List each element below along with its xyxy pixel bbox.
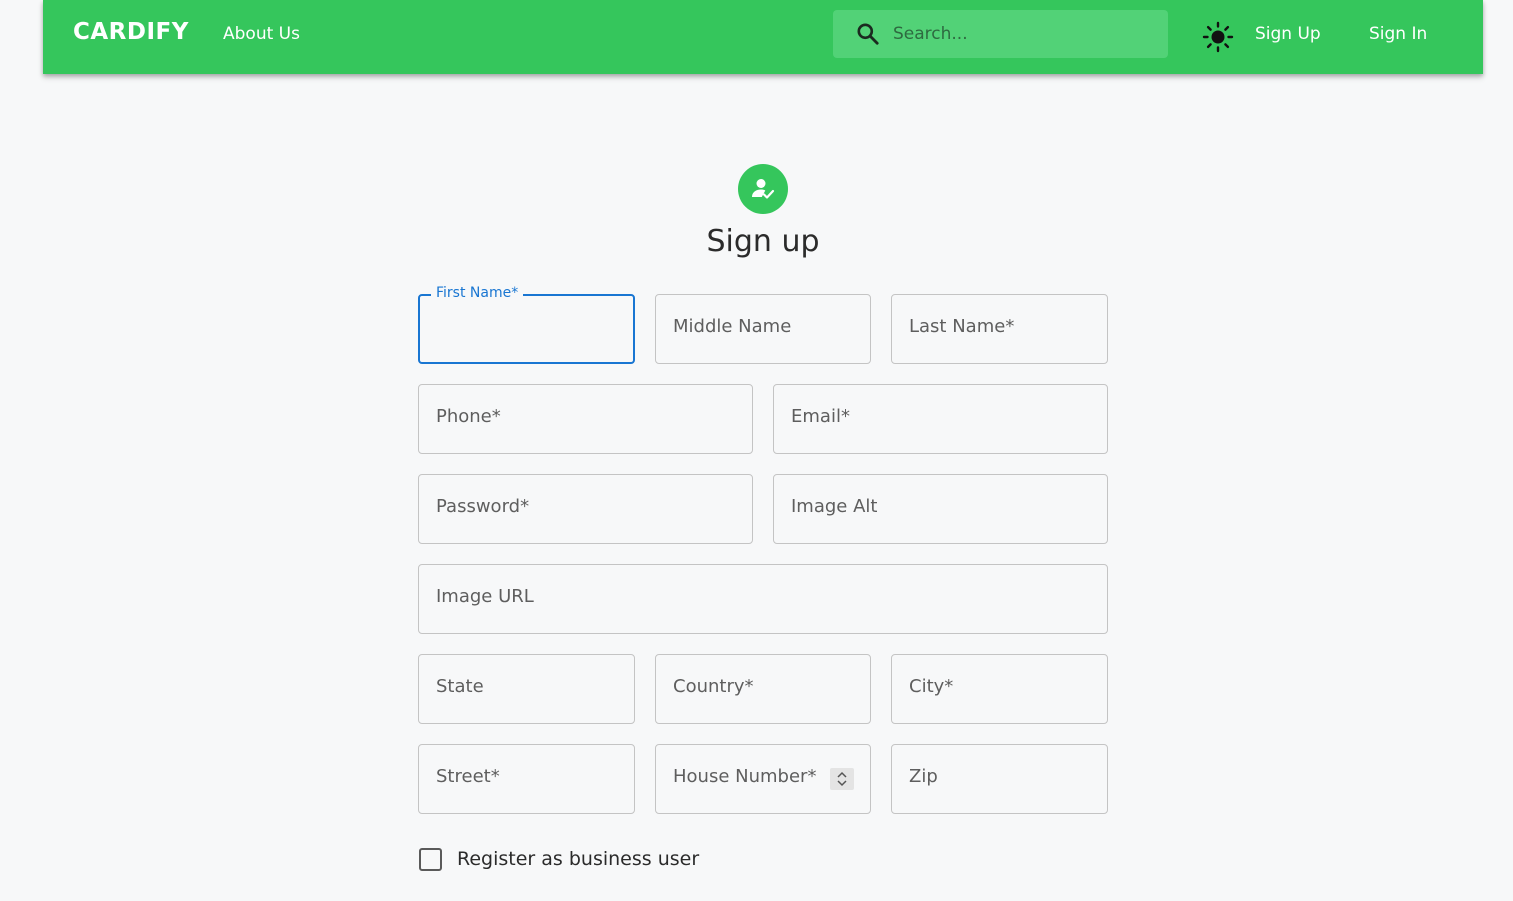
state-field[interactable]: State <box>418 654 635 724</box>
image-url-label: Image URL <box>436 586 534 607</box>
state-label: State <box>436 676 484 697</box>
phone-label: Phone* <box>436 406 501 427</box>
password-field[interactable]: Password* <box>418 474 753 544</box>
sign-up-link[interactable]: Sign Up <box>1255 24 1321 44</box>
email-label: Email* <box>791 406 850 427</box>
last-name-label: Last Name* <box>909 316 1015 337</box>
search-icon <box>857 23 879 45</box>
stepper-arrows-icon <box>837 771 847 787</box>
about-us-link[interactable]: About Us <box>223 24 300 44</box>
zip-label: Zip <box>909 766 938 787</box>
country-label: Country* <box>673 676 754 697</box>
street-label: Street* <box>436 766 500 787</box>
sun-icon[interactable] <box>1201 20 1235 54</box>
city-field[interactable]: City* <box>891 654 1108 724</box>
city-label: City* <box>909 676 954 697</box>
person-check-icon <box>752 179 775 199</box>
middle-name-field[interactable]: Middle Name <box>655 294 871 364</box>
sign-in-link[interactable]: Sign In <box>1369 24 1427 44</box>
house-number-label: House Number* <box>673 766 817 787</box>
email-field[interactable]: Email* <box>773 384 1108 454</box>
business-user-label[interactable]: Register as business user <box>457 848 699 870</box>
middle-name-label: Middle Name <box>673 316 792 337</box>
image-alt-field[interactable]: Image Alt <box>773 474 1108 544</box>
first-name-field[interactable]: First Name* <box>418 285 635 364</box>
number-stepper[interactable] <box>830 768 854 790</box>
first-name-label: First Name* <box>431 285 524 301</box>
password-label: Password* <box>436 496 530 517</box>
street-field[interactable]: Street* <box>418 744 635 814</box>
business-user-checkbox[interactable] <box>419 848 442 871</box>
country-field[interactable]: Country* <box>655 654 871 724</box>
last-name-field[interactable]: Last Name* <box>891 294 1108 364</box>
zip-field[interactable]: Zip <box>891 744 1108 814</box>
signup-avatar <box>738 164 788 214</box>
search-bar[interactable] <box>833 10 1168 58</box>
search-input[interactable] <box>891 10 1156 58</box>
house-number-field[interactable]: House Number* <box>655 744 871 814</box>
app-header: CARDIFY About Us Sign Up Sign In <box>43 0 1483 74</box>
phone-field[interactable]: Phone* <box>418 384 753 454</box>
page-title: Sign up <box>706 224 820 259</box>
image-url-field[interactable]: Image URL <box>418 564 1108 634</box>
brand-logo[interactable]: CARDIFY <box>73 19 189 45</box>
image-alt-label: Image Alt <box>791 496 878 517</box>
